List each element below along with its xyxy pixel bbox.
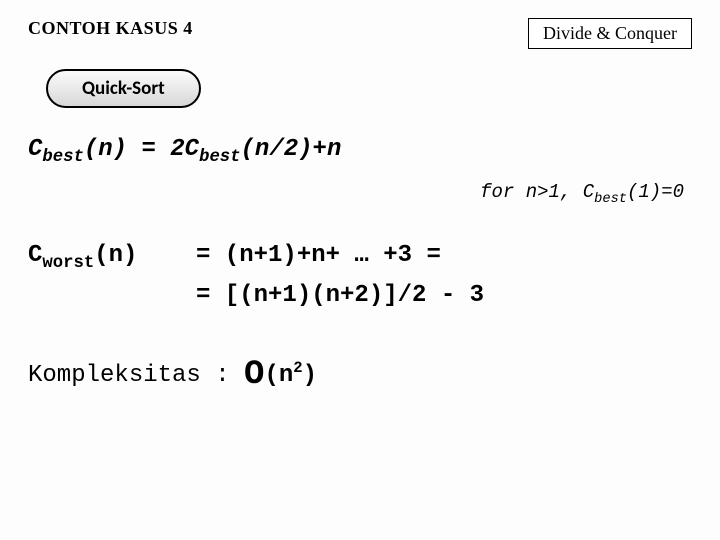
eq-sub1: best (42, 148, 83, 167)
complexity-label: Kompleksitas : (28, 362, 244, 389)
worst-rhs-2: = [(n+1)(n+2)]/2 - 3 (196, 277, 484, 314)
note-post: (1)=0 (627, 181, 684, 203)
worst-rhs-1: = (n+1)+n+ … +3 = (196, 237, 441, 278)
header-row: CONTOH KASUS 4 Divide & Conquer (28, 18, 692, 49)
section-label-pill: Quick-Sort (46, 69, 201, 108)
complexity-line: Kompleksitas : O(n2) (28, 356, 692, 394)
worst-c: C (28, 242, 42, 269)
worst-case-equation: Cworst(n) = (n+1)+n+ … +3 = = [(n+1)(n+2… (28, 237, 692, 315)
complexity-close: ) (303, 362, 317, 389)
note-pre: for n>1, C (480, 181, 594, 203)
complexity-exp: 2 (293, 359, 302, 377)
big-o-symbol: O (244, 356, 264, 394)
slide: CONTOH KASUS 4 Divide & Conquer Quick-So… (0, 0, 720, 540)
eq-tail: (n/2)+n (241, 136, 342, 163)
eq-mid: (n) = 2C (84, 136, 199, 163)
worst-sub: worst (42, 253, 94, 272)
eq-c1: C (28, 136, 42, 163)
page-title: CONTOH KASUS 4 (28, 18, 193, 39)
worst-row-2: = [(n+1)(n+2)]/2 - 3 (28, 277, 692, 314)
topic-box: Divide & Conquer (528, 18, 692, 49)
complexity-open: (n (264, 362, 293, 389)
note-sub: best (594, 192, 627, 207)
eq-sub2: best (199, 148, 240, 167)
worst-lhs: Cworst(n) (28, 237, 196, 278)
worst-arg: (n) (94, 242, 137, 269)
base-case-note: for n>1, Cbest(1)=0 (28, 181, 684, 207)
worst-row-1: Cworst(n) = (n+1)+n+ … +3 = (28, 237, 692, 278)
best-case-equation: Cbest(n) = 2Cbest(n/2)+n (28, 136, 692, 167)
worst-lhs-empty (28, 277, 196, 314)
